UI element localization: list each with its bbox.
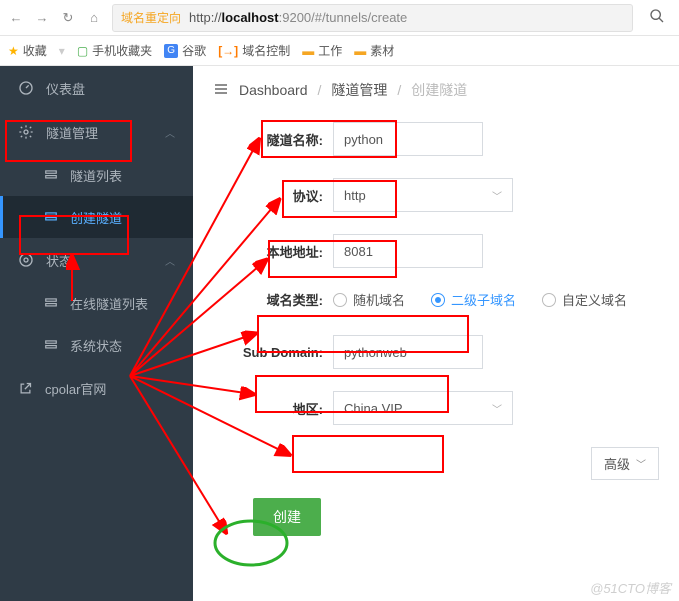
browser-chrome: ← → ↻ ⌂ 域名重定向 http://localhost:9200/#/tu… (0, 0, 679, 36)
sidebar-item-tunnel-create[interactable]: 创建隧道 (0, 196, 193, 238)
home-icon[interactable]: ⌂ (86, 10, 102, 25)
bookmark-fav[interactable]: ★收藏 (8, 42, 47, 59)
breadcrumb: Dashboard / 隧道管理 / 创建隧道 (213, 80, 659, 100)
list-icon (44, 338, 58, 352)
label-local-addr: 本地地址: (213, 242, 333, 261)
google-icon: G (164, 44, 178, 58)
chevron-down-icon: ﹀ (636, 456, 646, 471)
radio-custom-domain[interactable]: 自定义域名 (542, 290, 627, 309)
list-icon (44, 168, 58, 182)
gear-icon (18, 252, 34, 268)
advanced-button[interactable]: 高级 ﹀ (591, 447, 659, 480)
sidebar-item-label: 仪表盘 (46, 79, 175, 98)
gauge-icon (18, 80, 34, 96)
back-icon[interactable]: ← (8, 10, 24, 25)
sidebar-item-online-list[interactable]: 在线隧道列表 (0, 282, 193, 324)
label-domain-type: 域名类型: (213, 290, 333, 309)
select-protocol[interactable]: http ﹀ (333, 178, 513, 212)
list-icon (44, 210, 58, 224)
sidebar-item-tunnel-mgmt[interactable]: 隧道管理 ︿ (0, 110, 193, 154)
crumb-tunnel-mgmt[interactable]: 隧道管理 (331, 80, 387, 100)
sidebar-item-tunnel-list[interactable]: 隧道列表 (0, 154, 193, 196)
bookmark-work[interactable]: ▬工作 (302, 42, 342, 59)
url-bar[interactable]: 域名重定向 http://localhost:9200/#/tunnels/cr… (112, 4, 633, 32)
radio-icon (542, 293, 556, 307)
sidebar-item-label: 系统状态 (70, 336, 122, 355)
label-sub-domain: Sub Domain: (213, 345, 333, 360)
crumb-current: 创建隧道 (411, 80, 467, 100)
radio-random-domain[interactable]: 随机域名 (333, 290, 405, 309)
url-text: http://localhost:9200/#/tunnels/create (189, 10, 407, 25)
chevron-up-icon: ︿ (165, 125, 175, 140)
external-link-icon (18, 381, 33, 396)
crumb-sep: / (318, 82, 322, 98)
sidebar-item-status[interactable]: 状态 ︿ (0, 238, 193, 282)
chevron-down-icon: ﹀ (492, 188, 502, 203)
input-tunnel-name[interactable] (333, 122, 483, 156)
crumb-dashboard[interactable]: Dashboard (239, 82, 308, 98)
bookmark-google[interactable]: G谷歌 (164, 42, 206, 59)
create-button[interactable]: 创建 (253, 498, 321, 536)
bookmarks-bar: ★收藏 ▾ ▢手机收藏夹 G谷歌 [→]域名控制 ▬工作 ▬素材 (0, 36, 679, 66)
bookmark-mobile[interactable]: ▢手机收藏夹 (77, 42, 152, 59)
sidebar-item-label: 在线隧道列表 (70, 294, 148, 313)
select-value: http (344, 188, 366, 203)
crumb-sep: / (397, 82, 401, 98)
folder-icon: ▬ (302, 44, 314, 58)
sidebar-item-label: 状态 (46, 251, 153, 270)
bookmark-domain[interactable]: [→]域名控制 (218, 42, 290, 59)
label-protocol: 协议: (213, 186, 333, 205)
input-sub-domain[interactable] (333, 335, 483, 369)
label-tunnel-name: 隧道名称: (213, 130, 333, 149)
star-icon: ★ (8, 44, 19, 58)
watermark: @51CTO博客 (590, 578, 671, 597)
search-icon[interactable] (643, 8, 671, 27)
select-region[interactable]: China VIP ﹀ (333, 391, 513, 425)
sidebar-item-label: cpolar官网 (45, 379, 106, 398)
chevron-up-icon: ︿ (165, 253, 175, 268)
radio-icon (333, 293, 347, 307)
bookmark-material[interactable]: ▬素材 (354, 42, 394, 59)
list-icon (44, 296, 58, 310)
radio-sub-domain[interactable]: 二级子域名 (431, 290, 516, 309)
radio-icon (431, 293, 445, 307)
sidebar-item-sys-status[interactable]: 系统状态 (0, 324, 193, 366)
sidebar: 仪表盘 隧道管理 ︿ 隧道列表 创建隧道 状态 ︿ 在线隧道列表 系统状态 (0, 66, 193, 601)
reload-icon[interactable]: ↻ (60, 10, 76, 26)
sidebar-item-cpolar[interactable]: cpolar官网 (0, 366, 193, 410)
sidebar-item-label: 隧道管理 (46, 123, 153, 142)
domain-icon: [→] (218, 44, 238, 58)
forward-icon[interactable]: → (34, 10, 50, 25)
folder-icon: ▬ (354, 44, 366, 58)
input-local-addr[interactable] (333, 234, 483, 268)
select-value: China VIP (344, 401, 403, 416)
url-tag: 域名重定向 (121, 9, 181, 26)
main-content: Dashboard / 隧道管理 / 创建隧道 隧道名称: 协议: http ﹀… (193, 66, 679, 601)
label-region: 地区: (213, 399, 333, 418)
menu-toggle-icon[interactable] (213, 82, 229, 99)
sidebar-item-dashboard[interactable]: 仪表盘 (0, 66, 193, 110)
sidebar-item-label: 隧道列表 (70, 166, 122, 185)
sidebar-item-label: 创建隧道 (70, 208, 122, 227)
gear-icon (18, 124, 34, 140)
chevron-down-icon: ﹀ (492, 401, 502, 416)
phone-icon: ▢ (77, 44, 88, 58)
